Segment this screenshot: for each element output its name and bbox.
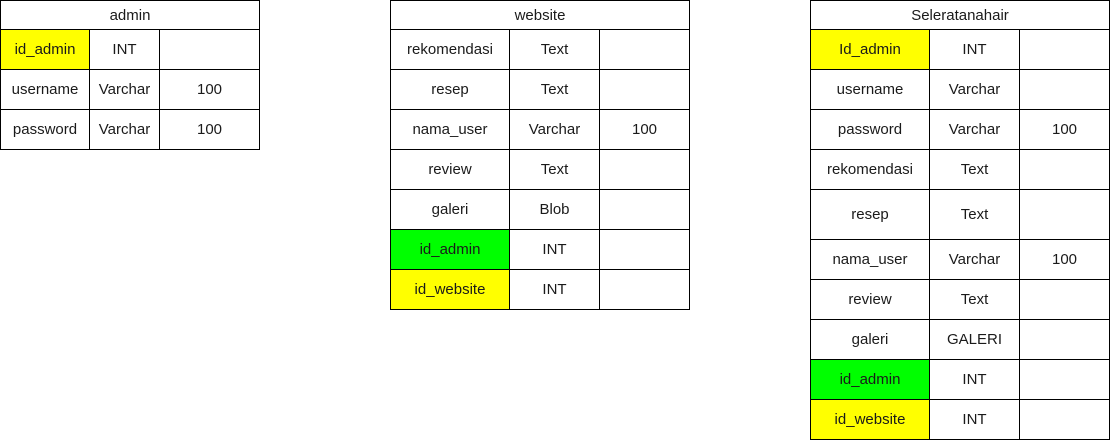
- field-name-cell: password: [810, 110, 930, 150]
- field-name-cell: nama_user: [810, 240, 930, 280]
- field-name-cell: rekomendasi: [390, 30, 510, 70]
- field-name-cell: nama_user: [390, 110, 510, 150]
- table-row: nama_user Varchar 100: [810, 240, 1110, 280]
- table-row: id_website INT: [390, 270, 690, 310]
- field-type-cell: INT: [930, 360, 1020, 400]
- field-name-cell: id_website: [810, 400, 930, 440]
- table-row: galeri Blob: [390, 190, 690, 230]
- field-type-cell: GALERI: [930, 320, 1020, 360]
- table-row: rekomendasi Text: [810, 150, 1110, 190]
- field-type-cell: Text: [930, 190, 1020, 240]
- field-type-cell: Text: [510, 150, 600, 190]
- table-row: password Varchar 100: [810, 110, 1110, 150]
- field-size-cell: [1020, 70, 1110, 110]
- field-name-cell: review: [390, 150, 510, 190]
- field-type-cell: Text: [510, 30, 600, 70]
- field-size-cell: [1020, 30, 1110, 70]
- table-row: resep Text: [390, 70, 690, 110]
- field-name-cell: review: [810, 280, 930, 320]
- field-size-cell: [1020, 320, 1110, 360]
- table-row: rekomendasi Text: [390, 30, 690, 70]
- field-name-cell: username: [810, 70, 930, 110]
- field-size-cell: 100: [1020, 110, 1110, 150]
- field-size-cell: 100: [600, 110, 690, 150]
- field-type-cell: INT: [510, 230, 600, 270]
- field-name-cell: galeri: [390, 190, 510, 230]
- table-row: password Varchar 100: [0, 110, 260, 150]
- table-row: Id_admin INT: [810, 30, 1110, 70]
- table-row: username Varchar 100: [0, 70, 260, 110]
- table-title: website: [390, 0, 690, 30]
- field-size-cell: 100: [1020, 240, 1110, 280]
- field-size-cell: [1020, 190, 1110, 240]
- admin-table: admin id_admin INT username Varchar 100 passw…: [0, 0, 260, 150]
- table-row: review Text: [810, 280, 1110, 320]
- field-size-cell: [1020, 400, 1110, 440]
- field-type-cell: Varchar: [930, 110, 1020, 150]
- field-name-cell: resep: [810, 190, 930, 240]
- field-size-cell: 100: [160, 110, 260, 150]
- table-row: resep Text: [810, 190, 1110, 240]
- table-row: id_admin INT: [0, 30, 260, 70]
- field-type-cell: Varchar: [930, 240, 1020, 280]
- field-name-cell: Id_admin: [810, 30, 930, 70]
- field-size-cell: [1020, 280, 1110, 320]
- field-size-cell: [600, 270, 690, 310]
- table-row: galeri GALERI: [810, 320, 1110, 360]
- field-type-cell: Varchar: [930, 70, 1020, 110]
- table-row: id_admin INT: [810, 360, 1110, 400]
- table-title: Seleratanahair: [810, 0, 1110, 30]
- field-type-cell: Varchar: [510, 110, 600, 150]
- field-type-cell: Text: [930, 280, 1020, 320]
- field-size-cell: [600, 70, 690, 110]
- field-size-cell: 100: [160, 70, 260, 110]
- field-type-cell: Blob: [510, 190, 600, 230]
- field-type-cell: INT: [90, 30, 160, 70]
- table-row: id_admin INT: [390, 230, 690, 270]
- field-name-cell: id_admin: [390, 230, 510, 270]
- field-size-cell: [600, 190, 690, 230]
- field-type-cell: Varchar: [90, 110, 160, 150]
- field-name-cell: id_website: [390, 270, 510, 310]
- field-type-cell: INT: [930, 400, 1020, 440]
- seleratanahair-table: Seleratanahair Id_admin INT username Varcha…: [810, 0, 1110, 440]
- website-table: website rekomendasi Text resep Text nama_use…: [390, 0, 690, 310]
- field-name-cell: username: [0, 70, 90, 110]
- field-type-cell: Varchar: [90, 70, 160, 110]
- field-type-cell: INT: [510, 270, 600, 310]
- field-name-cell: id_admin: [810, 360, 930, 400]
- field-type-cell: Text: [510, 70, 600, 110]
- table-title: admin: [0, 0, 260, 30]
- field-name-cell: id_admin: [0, 30, 90, 70]
- field-name-cell: galeri: [810, 320, 930, 360]
- field-name-cell: rekomendasi: [810, 150, 930, 190]
- table-row: username Varchar: [810, 70, 1110, 110]
- field-type-cell: Text: [930, 150, 1020, 190]
- field-size-cell: [1020, 150, 1110, 190]
- field-size-cell: [600, 230, 690, 270]
- table-row: nama_user Varchar 100: [390, 110, 690, 150]
- field-type-cell: INT: [930, 30, 1020, 70]
- table-row: review Text: [390, 150, 690, 190]
- field-size-cell: [600, 150, 690, 190]
- field-name-cell: resep: [390, 70, 510, 110]
- field-size-cell: [1020, 360, 1110, 400]
- field-name-cell: password: [0, 110, 90, 150]
- table-row: id_website INT: [810, 400, 1110, 440]
- field-size-cell: [600, 30, 690, 70]
- field-size-cell: [160, 30, 260, 70]
